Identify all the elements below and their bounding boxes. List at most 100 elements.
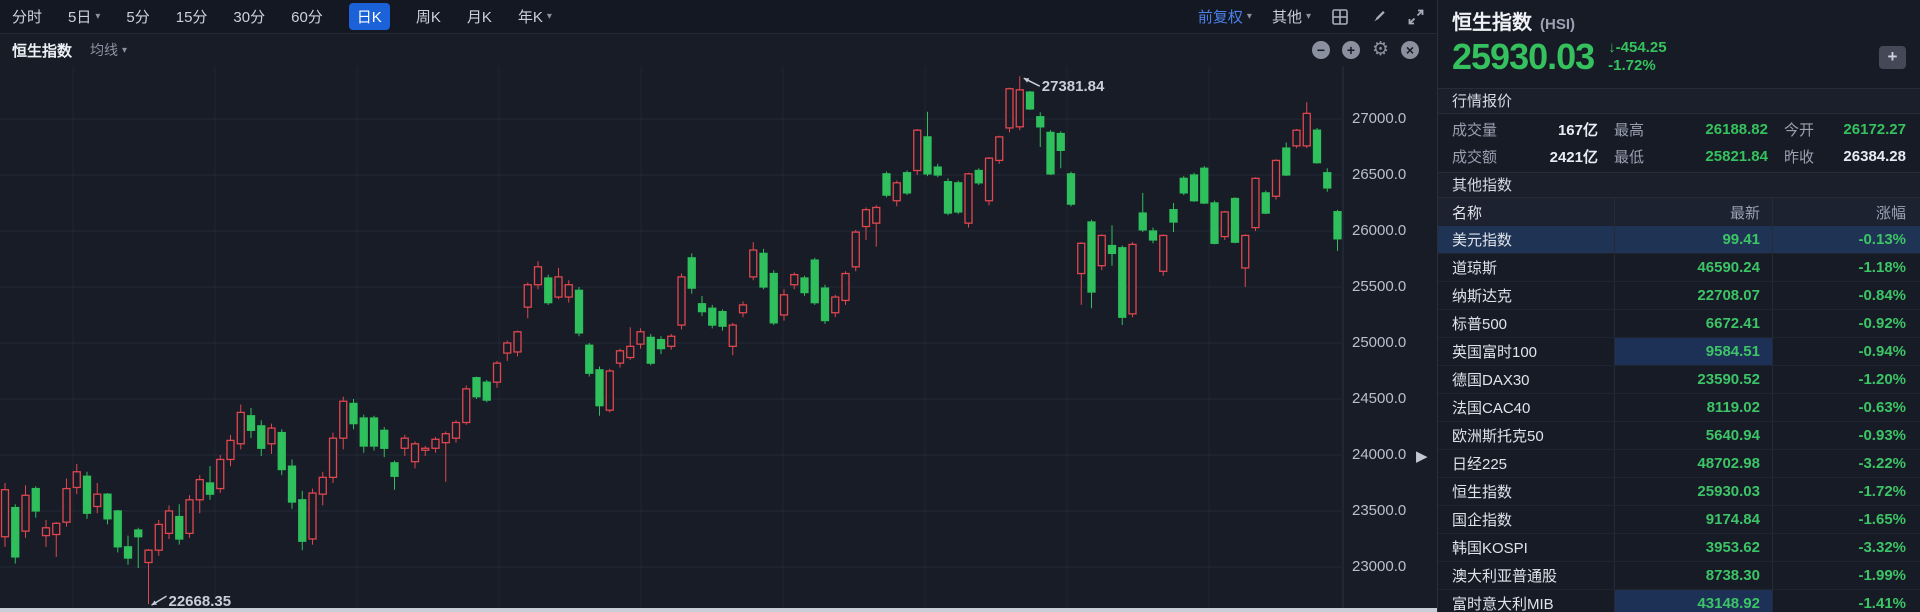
- high-annotation: 27381.84: [1042, 78, 1105, 95]
- chart-pane: 分时 5日▾ 5分 15分 30分 60分 日K 周K 月K 年K▾ 前复权 ▾ 其他 ▾: [0, 0, 1437, 612]
- period-tab-60分[interactable]: 60分: [291, 6, 323, 27]
- table-row[interactable]: 日经22548702.98-3.22%: [1438, 450, 1920, 478]
- gear-icon[interactable]: ⚙: [1372, 41, 1389, 59]
- draw-brush-icon[interactable]: [1369, 8, 1387, 26]
- chevron-down-icon: ▾: [547, 11, 552, 22]
- quote-label: 昨收: [1784, 146, 1830, 167]
- index-change: -1.20%: [1772, 366, 1920, 393]
- fullscreen-icon[interactable]: [1407, 8, 1425, 26]
- quote-label: 今开: [1784, 119, 1830, 140]
- period-tab-5分[interactable]: 5分: [126, 6, 149, 27]
- table-row[interactable]: 美元指数99.41-0.13%: [1438, 226, 1920, 254]
- index-name: 道琼斯: [1438, 257, 1614, 278]
- period-tab-周K[interactable]: 周K: [416, 6, 441, 27]
- period-tab-日K[interactable]: 日K: [349, 3, 390, 30]
- quote-value: 26172.27: [1830, 121, 1906, 138]
- column-header[interactable]: 最新: [1614, 198, 1772, 226]
- table-row[interactable]: 富时意大利MIB43148.92-1.41%: [1438, 590, 1920, 612]
- table-row[interactable]: 道琼斯46590.24-1.18%: [1438, 254, 1920, 282]
- layout-grid-icon[interactable]: [1331, 8, 1349, 26]
- period-tab-5日[interactable]: 5日▾: [68, 6, 100, 27]
- quote-header: 恒生指数 (HSI) 25930.03 ↓-454.25 -1.72% +: [1438, 0, 1920, 88]
- index-name: 美元指数: [1438, 229, 1614, 250]
- period-tab-15分[interactable]: 15分: [176, 6, 208, 27]
- adjust-mode-label: 前复权: [1198, 6, 1243, 27]
- index-name: 日经225: [1438, 453, 1614, 474]
- index-name: 纳斯达克: [1438, 285, 1614, 306]
- other-label: 其他: [1272, 6, 1302, 27]
- index-value: 8738.30: [1614, 562, 1772, 589]
- chevron-down-icon: ▾: [1306, 11, 1311, 22]
- last-price: 25930.03: [1452, 37, 1594, 77]
- table-row[interactable]: 德国DAX3023590.52-1.20%: [1438, 366, 1920, 394]
- column-header[interactable]: 涨幅: [1772, 198, 1920, 226]
- quote-grid: 成交量167亿最高26188.82今开26172.27成交额2421亿最低258…: [1438, 114, 1920, 172]
- table-row[interactable]: 欧洲斯托克505640.94-0.93%: [1438, 422, 1920, 450]
- symbol-title: 恒生指数 (HSI): [1452, 6, 1906, 35]
- index-value: 99.41: [1614, 226, 1772, 253]
- index-change: -1.72%: [1772, 478, 1920, 505]
- index-name: 国企指数: [1438, 509, 1614, 530]
- section-quote: 行情报价: [1438, 88, 1920, 114]
- period-tab-年K[interactable]: 年K▾: [518, 6, 552, 27]
- table-row[interactable]: 国企指数9174.84-1.65%: [1438, 506, 1920, 534]
- toolbar-right: 前复权 ▾ 其他 ▾: [1198, 6, 1425, 27]
- price-row: 25930.03 ↓-454.25 -1.72%: [1452, 37, 1906, 77]
- index-name: 韩国KOSPI: [1438, 537, 1614, 558]
- quote-label: 成交量: [1452, 119, 1514, 140]
- index-change: -0.94%: [1772, 338, 1920, 365]
- chart-scrollbar[interactable]: [0, 608, 1437, 612]
- index-name: 欧洲斯托克50: [1438, 425, 1614, 446]
- index-change: -0.84%: [1772, 282, 1920, 309]
- symbol-code: (HSI): [1540, 16, 1575, 33]
- table-row[interactable]: 纳斯达克22708.07-0.84%: [1438, 282, 1920, 310]
- index-value: 25930.03: [1614, 478, 1772, 505]
- change-percent: -1.72%: [1608, 57, 1666, 75]
- period-tab-分时[interactable]: 分时: [12, 6, 42, 27]
- table-row[interactable]: 法国CAC408119.02-0.63%: [1438, 394, 1920, 422]
- index-name: 德国DAX30: [1438, 369, 1614, 390]
- index-value: 48702.98: [1614, 450, 1772, 477]
- index-value: 9174.84: [1614, 506, 1772, 533]
- close-icon[interactable]: ×: [1401, 41, 1419, 59]
- index-name: 富时意大利MIB: [1438, 593, 1614, 612]
- chevron-down-icon: ▾: [122, 45, 127, 56]
- down-arrow-icon: ↓: [1608, 39, 1616, 56]
- candlestick-chart[interactable]: 27381.8422668.35 27000.026500.026000.025…: [0, 66, 1437, 612]
- chart-symbol-label: 恒生指数: [12, 40, 72, 61]
- adjust-mode-dropdown[interactable]: 前复权 ▾: [1198, 6, 1252, 27]
- index-change: -1.18%: [1772, 254, 1920, 281]
- quote-row: 成交额2421亿最低25821.84昨收26384.28: [1452, 143, 1906, 170]
- quote-panel: 恒生指数 (HSI) 25930.03 ↓-454.25 -1.72% + 行情…: [1437, 0, 1920, 612]
- index-value: 8119.02: [1614, 394, 1772, 421]
- table-row[interactable]: 澳大利亚普通股8738.30-1.99%: [1438, 562, 1920, 590]
- table-row[interactable]: 英国富时1009584.51-0.94%: [1438, 338, 1920, 366]
- table-row[interactable]: 韩国KOSPI3953.62-3.32%: [1438, 534, 1920, 562]
- ma-dropdown[interactable]: 均线 ▾: [90, 40, 127, 60]
- quote-value: 26188.82: [1660, 121, 1768, 138]
- period-tab-30分[interactable]: 30分: [233, 6, 265, 27]
- chevron-down-icon: ▾: [95, 11, 100, 22]
- zoom-out-icon[interactable]: −: [1312, 41, 1330, 59]
- symbol-name: 恒生指数: [1452, 6, 1532, 35]
- index-change: -1.65%: [1772, 506, 1920, 533]
- index-change: -0.92%: [1772, 310, 1920, 337]
- other-dropdown[interactable]: 其他 ▾: [1272, 6, 1311, 27]
- index-name: 澳大利亚普通股: [1438, 565, 1614, 586]
- quote-label: 最低: [1614, 146, 1660, 167]
- zoom-in-icon[interactable]: +: [1342, 41, 1360, 59]
- price-change: ↓-454.25 -1.72%: [1608, 39, 1666, 75]
- table-row[interactable]: 标普5006672.41-0.92%: [1438, 310, 1920, 338]
- add-to-watchlist-button[interactable]: +: [1879, 46, 1906, 69]
- section-other-indices: 其他指数: [1438, 172, 1920, 198]
- panel-collapse-handle[interactable]: ▶: [1416, 447, 1428, 465]
- index-change: -0.93%: [1772, 422, 1920, 449]
- index-name: 标普500: [1438, 313, 1614, 334]
- index-value: 3953.62: [1614, 534, 1772, 561]
- index-change: -3.32%: [1772, 534, 1920, 561]
- table-row[interactable]: 恒生指数25930.03-1.72%: [1438, 478, 1920, 506]
- index-name: 英国富时100: [1438, 341, 1614, 362]
- index-name: 恒生指数: [1438, 481, 1614, 502]
- column-header[interactable]: 名称: [1438, 202, 1614, 223]
- period-tab-月K[interactable]: 月K: [467, 6, 492, 27]
